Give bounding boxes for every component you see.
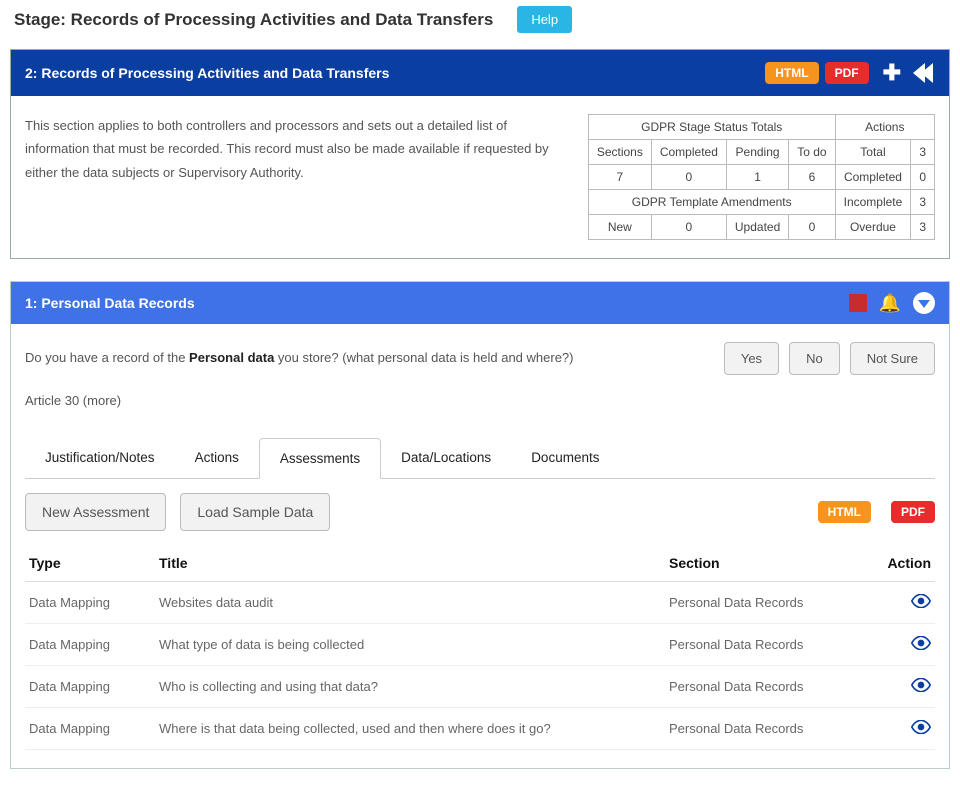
col-completed: Completed <box>651 140 726 165</box>
view-icon[interactable] <box>911 596 931 611</box>
cell-title: What type of data is being collected <box>155 624 665 666</box>
act-completed: Completed <box>835 165 911 190</box>
col-sections: Sections <box>588 140 651 165</box>
tab-justification[interactable]: Justification/Notes <box>25 438 175 478</box>
section-description: This section applies to both controllers… <box>25 114 568 240</box>
export-pdf-button[interactable]: PDF <box>825 62 869 84</box>
plus-icon[interactable] <box>883 60 901 86</box>
val-completed: 0 <box>651 165 726 190</box>
act-overdue: Overdue <box>835 215 911 240</box>
col-type: Type <box>25 545 155 582</box>
table-row: Data MappingWebsites data auditPersonal … <box>25 582 935 624</box>
load-sample-button[interactable]: Load Sample Data <box>180 493 330 531</box>
export-html-button[interactable]: HTML <box>765 62 818 84</box>
tab-documents[interactable]: Documents <box>511 438 619 478</box>
val-sections: 7 <box>588 165 651 190</box>
tab-actions[interactable]: Actions <box>175 438 259 478</box>
stop-icon[interactable] <box>849 294 867 312</box>
status-table: GDPR Stage Status Totals Actions Section… <box>588 114 935 240</box>
cell-type: Data Mapping <box>25 582 155 624</box>
answer-yes-button[interactable]: Yes <box>724 342 779 375</box>
col-action: Action <box>865 545 935 582</box>
panel-title: 2: Records of Processing Activities and … <box>25 65 759 81</box>
amend-updated-v: 0 <box>789 215 835 240</box>
cell-section: Personal Data Records <box>665 582 865 624</box>
view-icon[interactable] <box>911 680 931 695</box>
val-pending: 1 <box>726 165 788 190</box>
val-todo: 6 <box>789 165 835 190</box>
act-overdue-v: 3 <box>911 215 935 240</box>
assessments-table: Type Title Section Action Data MappingWe… <box>25 545 935 750</box>
col-todo: To do <box>789 140 835 165</box>
amend-new-v: 0 <box>651 215 726 240</box>
cell-section: Personal Data Records <box>665 666 865 708</box>
tabs: Justification/Notes Actions Assessments … <box>25 438 935 479</box>
actions-heading: Actions <box>835 115 934 140</box>
panel-title: 1: Personal Data Records <box>25 295 835 311</box>
cell-title: Where is that data being collected, used… <box>155 708 665 750</box>
col-title: Title <box>155 545 665 582</box>
cell-title: Websites data audit <box>155 582 665 624</box>
arrow-down-circle-icon[interactable] <box>913 292 935 314</box>
cell-section: Personal Data Records <box>665 708 865 750</box>
export-html-button[interactable]: HTML <box>818 501 871 523</box>
view-icon[interactable] <box>911 638 931 653</box>
answer-notsure-button[interactable]: Not Sure <box>850 342 935 375</box>
view-icon[interactable] <box>911 722 931 737</box>
bell-icon[interactable] <box>879 293 901 314</box>
question-text: Do you have a record of the Personal dat… <box>25 348 714 369</box>
tab-assessments[interactable]: Assessments <box>259 438 381 479</box>
export-pdf-button[interactable]: PDF <box>891 501 935 523</box>
col-section: Section <box>665 545 865 582</box>
act-incomplete-v: 3 <box>911 190 935 215</box>
cell-title: Who is collecting and using that data? <box>155 666 665 708</box>
answer-no-button[interactable]: No <box>789 342 840 375</box>
status-heading: GDPR Stage Status Totals <box>588 115 835 140</box>
table-row: Data MappingWho is collecting and using … <box>25 666 935 708</box>
cell-section: Personal Data Records <box>665 624 865 666</box>
tab-data-locations[interactable]: Data/Locations <box>381 438 511 478</box>
help-button[interactable]: Help <box>517 6 572 33</box>
act-completed-v: 0 <box>911 165 935 190</box>
cell-type: Data Mapping <box>25 624 155 666</box>
amend-updated: Updated <box>726 215 788 240</box>
panel-stage-2: 2: Records of Processing Activities and … <box>10 49 950 259</box>
panel-section-1: 1: Personal Data Records Do you have a r… <box>10 281 950 769</box>
amend-heading: GDPR Template Amendments <box>588 190 835 215</box>
act-total-v: 3 <box>911 140 935 165</box>
page-title: Stage: Records of Processing Activities … <box>14 10 493 30</box>
cell-type: Data Mapping <box>25 666 155 708</box>
new-assessment-button[interactable]: New Assessment <box>25 493 166 531</box>
act-incomplete: Incomplete <box>835 190 911 215</box>
cell-type: Data Mapping <box>25 708 155 750</box>
article-link[interactable]: Article 30 (more) <box>25 393 935 408</box>
rewind-icon[interactable] <box>913 63 935 83</box>
act-total: Total <box>835 140 911 165</box>
col-pending: Pending <box>726 140 788 165</box>
amend-new: New <box>588 215 651 240</box>
table-row: Data MappingWhat type of data is being c… <box>25 624 935 666</box>
table-row: Data MappingWhere is that data being col… <box>25 708 935 750</box>
